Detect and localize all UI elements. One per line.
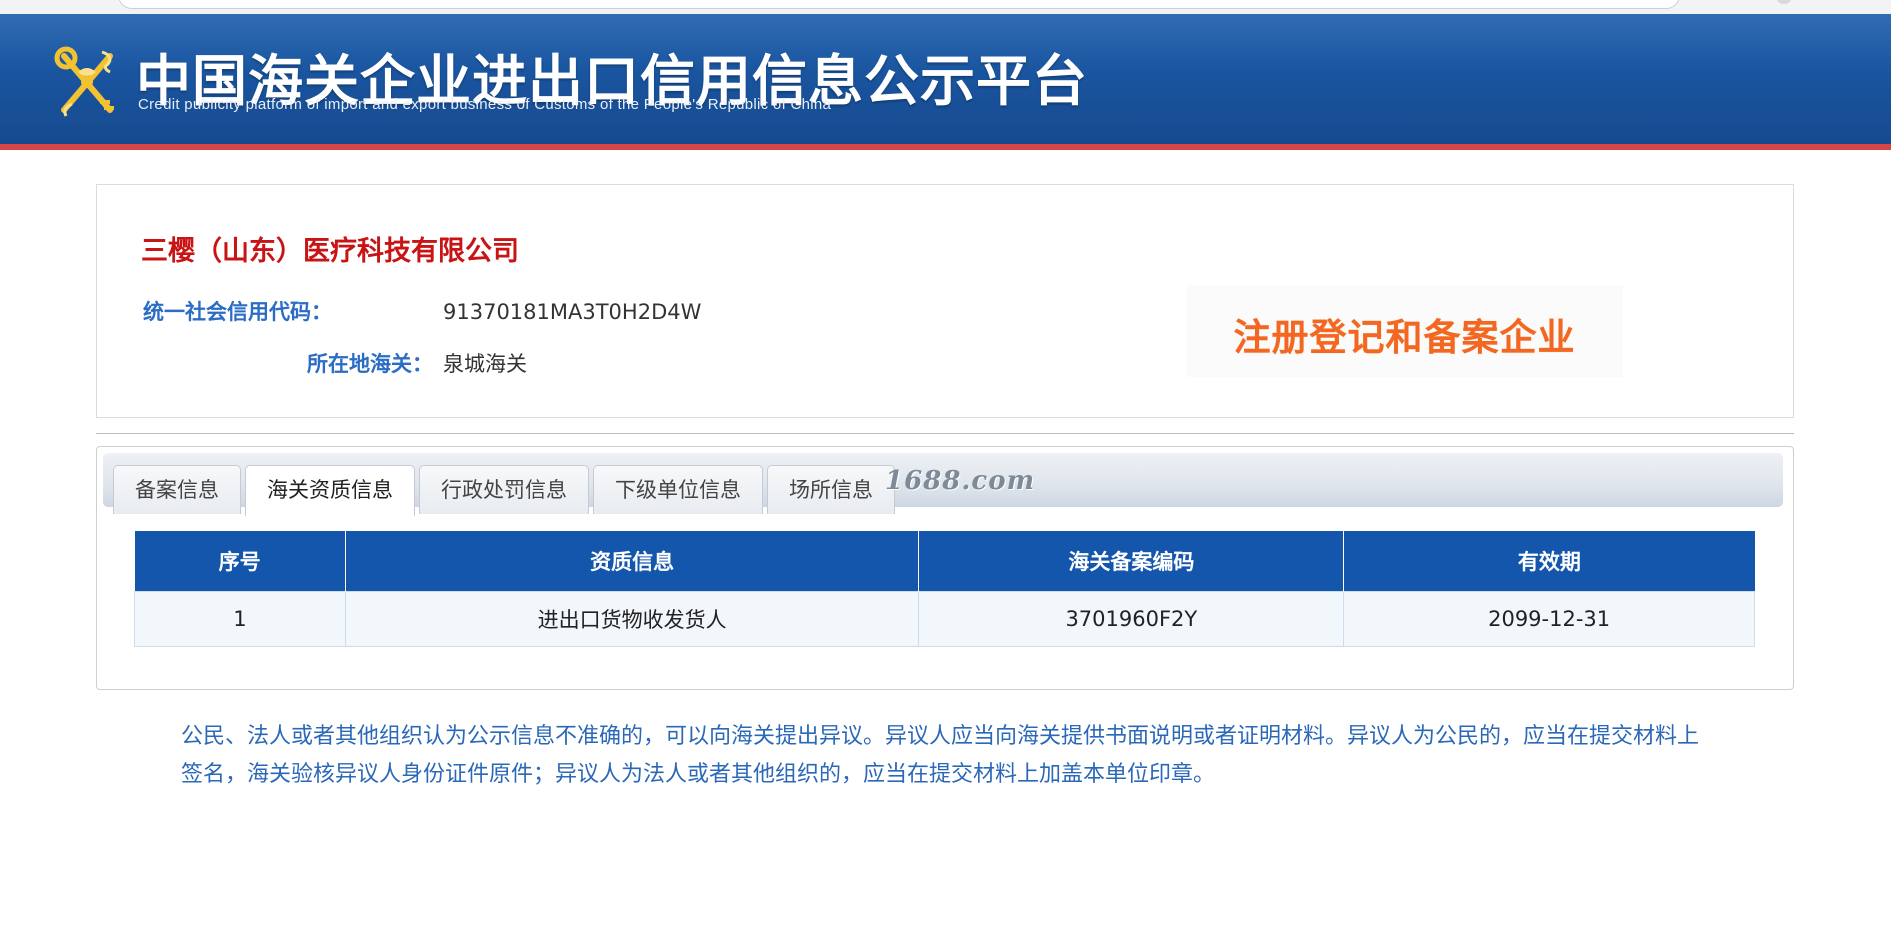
tab-customs-qualification[interactable]: 海关资质信息	[245, 465, 415, 516]
company-name: 三樱（山东）医疗科技有限公司	[141, 236, 519, 267]
cell-index: 1	[134, 591, 346, 647]
site-subtitle: Credit publicity platform of import and …	[138, 96, 832, 113]
column-header-qualification: 资质信息	[345, 531, 920, 592]
status-badge: 注册登记和备案企业	[1233, 316, 1576, 359]
column-header-index: 序号	[134, 531, 346, 592]
tab-administrative-penalty[interactable]: 行政处罚信息	[419, 465, 589, 514]
credit-code-label: 统一社会信用代码：	[143, 300, 332, 324]
section-divider	[96, 433, 1794, 434]
customs-label: 所在地海关：	[307, 352, 433, 376]
tab-subordinate-units[interactable]: 下级单位信息	[593, 465, 763, 514]
browser-top-strip	[0, 0, 1891, 14]
site-header: 中国海关企业进出口信用信息公示平台 Credit publicity platf…	[0, 14, 1891, 150]
objection-notice: 公民、法人或者其他组织认为公示信息不准确的，可以向海关提出异议。异议人应当向海关…	[181, 724, 1700, 787]
column-header-validity: 有效期	[1343, 531, 1755, 592]
tab-premises-info[interactable]: 场所信息	[767, 465, 895, 514]
watermark: 1688.com	[885, 466, 1036, 496]
credit-code-value: 91370181MA3T0H2D4W	[443, 300, 702, 324]
column-header-filing-code: 海关备案编码	[918, 531, 1345, 592]
cell-filing-code: 3701960F2Y	[918, 591, 1345, 647]
info-tab-panel: 备案信息 海关资质信息 行政处罚信息 下级单位信息 场所信息 1688.com …	[96, 446, 1794, 690]
browser-control-icon[interactable]	[1777, 0, 1791, 4]
status-badge-box: 注册登记和备案企业	[1186, 285, 1623, 377]
customs-row: 所在地海关： 泉城海关	[143, 348, 527, 378]
cell-validity: 2099-12-31	[1343, 591, 1755, 647]
customs-value: 泉城海关	[443, 352, 527, 376]
cell-qualification: 进出口货物收发货人	[344, 591, 920, 647]
tab-filing-info[interactable]: 备案信息	[113, 465, 241, 514]
table-header-row: 序号 资质信息 海关备案编码 有效期	[134, 531, 1755, 592]
customs-emblem-icon	[54, 46, 114, 117]
credit-code-row: 统一社会信用代码： 91370181MA3T0H2D4W	[143, 296, 701, 326]
tab-bar: 备案信息 海关资质信息 行政处罚信息 下级单位信息 场所信息 1688.com	[103, 453, 1783, 516]
qualification-table: 序号 资质信息 海关备案编码 有效期 1 进出口货物收发货人 3701960F2…	[134, 531, 1755, 647]
company-info-panel: 三樱（山东）医疗科技有限公司 统一社会信用代码： 91370181MA3T0H2D…	[96, 184, 1794, 418]
table-row: 1 进出口货物收发货人 3701960F2Y 2099-12-31	[134, 591, 1755, 647]
address-bar[interactable]	[118, 0, 1680, 9]
